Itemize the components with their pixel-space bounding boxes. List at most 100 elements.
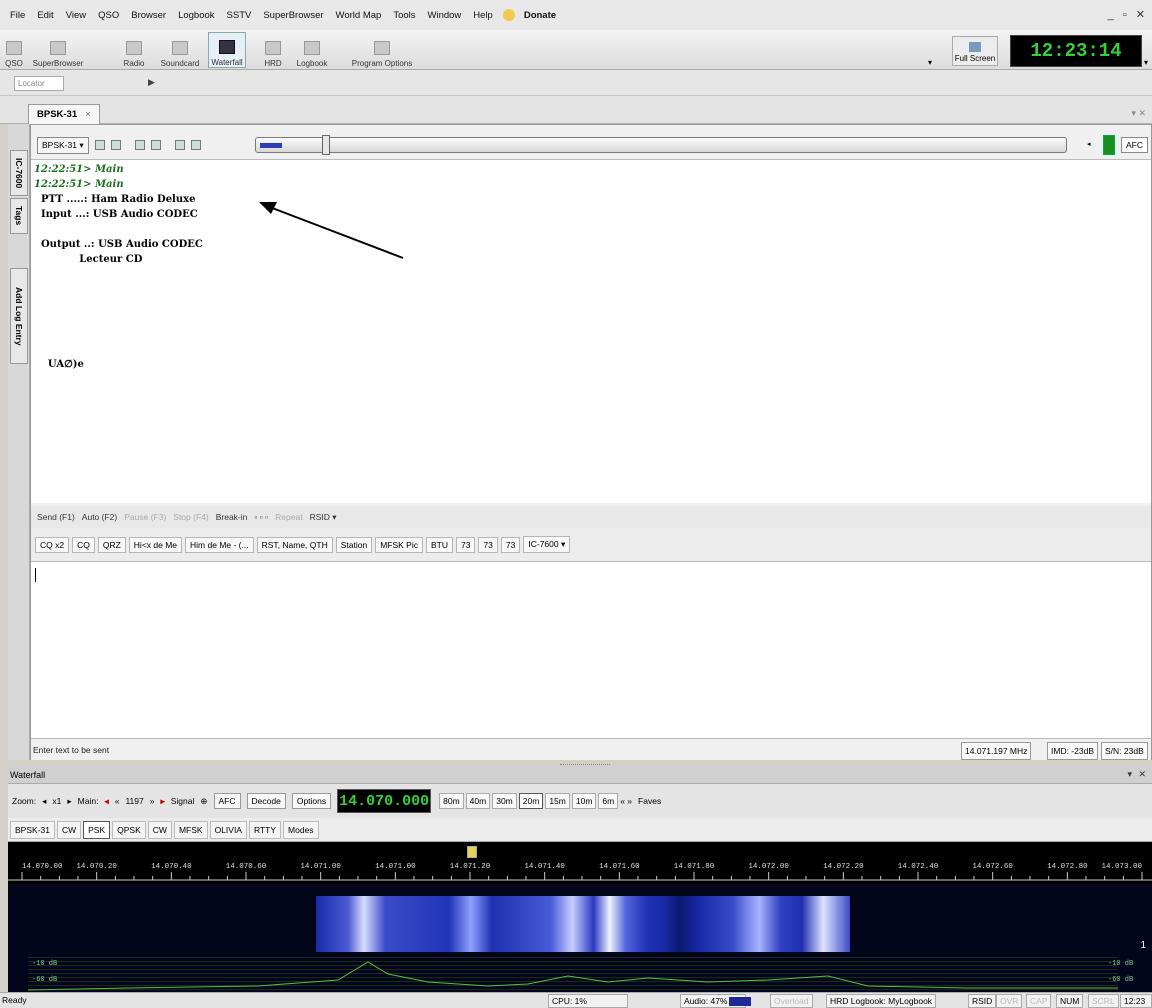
mode-tab-psk[interactable]: PSK: [83, 820, 111, 839]
afc-toggle[interactable]: AFC: [1121, 137, 1148, 153]
mode-tab-cw[interactable]: CW: [56, 820, 82, 839]
mode-tab-mfsk[interactable]: MFSK: [173, 820, 208, 839]
tab-bpsk31[interactable]: BPSK-31 ×: [28, 104, 100, 124]
menu-qso[interactable]: QSO: [92, 10, 125, 21]
rsid-button[interactable]: RSID ▾: [310, 512, 337, 523]
side-tab-add-log-entry[interactable]: Add Log Entry: [10, 268, 28, 364]
radio-button[interactable]: Radio: [120, 32, 148, 68]
stop-button[interactable]: Stop (F4): [173, 512, 208, 522]
mode-select[interactable]: BPSK-31 ▾: [37, 136, 89, 154]
faves-button[interactable]: Faves: [638, 796, 661, 806]
mode-tab-qpsk[interactable]: QPSK: [112, 820, 146, 839]
program-options-button[interactable]: Program Options: [346, 32, 418, 68]
layout-icon[interactable]: [174, 140, 185, 150]
waterfall-afc-toggle[interactable]: AFC: [213, 793, 241, 809]
zoom-out-icon[interactable]: ◂: [42, 796, 46, 807]
menu-file[interactable]: File: [4, 10, 31, 21]
logbook-status[interactable]: HRD Logbook: MyLogbook: [826, 994, 937, 1008]
locator-input[interactable]: Locator: [14, 76, 64, 91]
menu-tools[interactable]: Tools: [387, 10, 421, 21]
dial-frequency[interactable]: 14.070.000: [337, 789, 432, 813]
zoom-in-icon[interactable]: ▸: [67, 796, 71, 807]
macro-button[interactable]: Station: [335, 536, 373, 553]
menu-superbrowser[interactable]: SuperBrowser: [257, 10, 329, 21]
macro-button[interactable]: CQ: [72, 536, 95, 553]
spectrum-curve: [27, 961, 1118, 991]
mode-tab-rtty[interactable]: RTTY: [248, 820, 282, 839]
side-tab-tags[interactable]: Tags: [10, 198, 28, 234]
menu-view[interactable]: View: [60, 10, 92, 21]
menu-window[interactable]: Window: [422, 10, 468, 21]
macro-button[interactable]: BTU: [425, 536, 453, 553]
mode-tab-bpsk31[interactable]: BPSK-31: [10, 820, 55, 839]
edit-icon[interactable]: [134, 140, 145, 150]
menu-world-map[interactable]: World Map: [330, 10, 388, 21]
decode-button[interactable]: Decode: [246, 793, 286, 809]
band-15m[interactable]: 15m: [545, 793, 570, 809]
pause-button[interactable]: Pause (F3): [124, 512, 166, 522]
menu-donate[interactable]: Donate: [518, 10, 562, 21]
waterfall-button[interactable]: Waterfall: [208, 32, 246, 68]
macro-button[interactable]: CQ x2: [35, 536, 70, 553]
copy-icon[interactable]: [190, 140, 201, 150]
break-in-button[interactable]: Break-in: [216, 512, 248, 522]
band-20m[interactable]: 20m: [518, 793, 544, 809]
window-controls[interactable]: _ ▫ ✕: [1108, 8, 1148, 21]
rx-cursor-marker[interactable]: [467, 846, 477, 858]
mode-tab-cw-2[interactable]: CW: [147, 820, 172, 839]
band-80m[interactable]: 80m: [439, 793, 464, 809]
clock-dropdown-icon[interactable]: ▾: [1144, 58, 1148, 67]
squelch-slider-thumb[interactable]: [322, 135, 330, 155]
menu-help[interactable]: Help: [467, 10, 499, 21]
hrd-button[interactable]: HRD: [262, 32, 284, 68]
band-6m[interactable]: 6m: [598, 793, 619, 809]
repeat-button[interactable]: Repeat: [275, 512, 302, 522]
logbook-button[interactable]: Logbook: [296, 32, 328, 68]
toolbar-dropdown-icon[interactable]: ▾: [928, 58, 932, 67]
qso-button[interactable]: QSO: [4, 32, 24, 68]
pin-icon[interactable]: ▾ ✕: [1131, 108, 1146, 119]
alarm-icon[interactable]: [150, 140, 161, 150]
save-icon[interactable]: [94, 140, 105, 150]
superbrowser-button[interactable]: SuperBrowser: [33, 32, 83, 68]
close-icon[interactable]: ×: [85, 109, 91, 120]
locator-go-icon[interactable]: ▶: [148, 77, 155, 88]
menu-browser[interactable]: Browser: [125, 10, 172, 21]
menu-logbook[interactable]: Logbook: [172, 10, 220, 21]
macro-button[interactable]: MFSK Pic: [375, 536, 423, 553]
send-button[interactable]: Send (F1): [37, 512, 75, 522]
soundcard-button[interactable]: Soundcard: [158, 32, 202, 68]
auto-button[interactable]: Auto (F2): [82, 512, 117, 522]
menu-sstv[interactable]: SSTV: [221, 10, 258, 21]
macro-button[interactable]: 73: [455, 536, 476, 553]
transmit-text-area[interactable]: [31, 562, 1151, 738]
tune-down-icon[interactable]: ◂: [104, 796, 108, 807]
tx-tools-icon[interactable]: ▫ ▫ ▫: [254, 512, 268, 522]
tune-fast-down-icon[interactable]: «: [115, 796, 120, 806]
full-screen-button[interactable]: Full Screen: [952, 36, 998, 66]
macro-button[interactable]: 73: [478, 536, 498, 553]
squelch-slider[interactable]: [255, 135, 1067, 155]
band-10m[interactable]: 10m: [571, 793, 597, 809]
radio-select-button[interactable]: IC-7600 ▾: [523, 536, 571, 553]
macro-button[interactable]: QRZ: [97, 536, 126, 553]
macro-button[interactable]: Hi<x de Me: [128, 536, 183, 553]
band-40m[interactable]: 40m: [465, 793, 491, 809]
waterfall-window-controls[interactable]: ▾ ✕: [1127, 769, 1148, 780]
macro-button[interactable]: 73: [500, 536, 521, 553]
band-nav-icon[interactable]: « »: [620, 796, 632, 806]
band-30m[interactable]: 30m: [492, 793, 517, 809]
side-tab-radio[interactable]: IC-7600: [10, 150, 28, 196]
macro-button[interactable]: RST, Name, QTH: [256, 536, 333, 553]
menu-edit[interactable]: Edit: [31, 10, 59, 21]
receive-text-area[interactable]: 12:22:51> Main 12:22:51> Main PTT .....:…: [31, 159, 1151, 503]
tune-fast-up-icon[interactable]: »: [150, 796, 155, 806]
signal-search-icon[interactable]: ⊕: [200, 796, 207, 807]
waterfall-display[interactable]: 14.070.00 14.070.20 14.070.40 14.070.60 14.0…: [8, 842, 1152, 992]
tune-up-icon[interactable]: ▸: [160, 796, 164, 807]
mode-tab-modes[interactable]: Modes: [283, 820, 319, 839]
mode-tab-olivia[interactable]: OLIVIA: [209, 820, 247, 839]
clear-icon[interactable]: [110, 140, 121, 150]
macro-button[interactable]: Him de Me - (...: [185, 536, 254, 553]
options-button[interactable]: Options: [291, 793, 332, 809]
